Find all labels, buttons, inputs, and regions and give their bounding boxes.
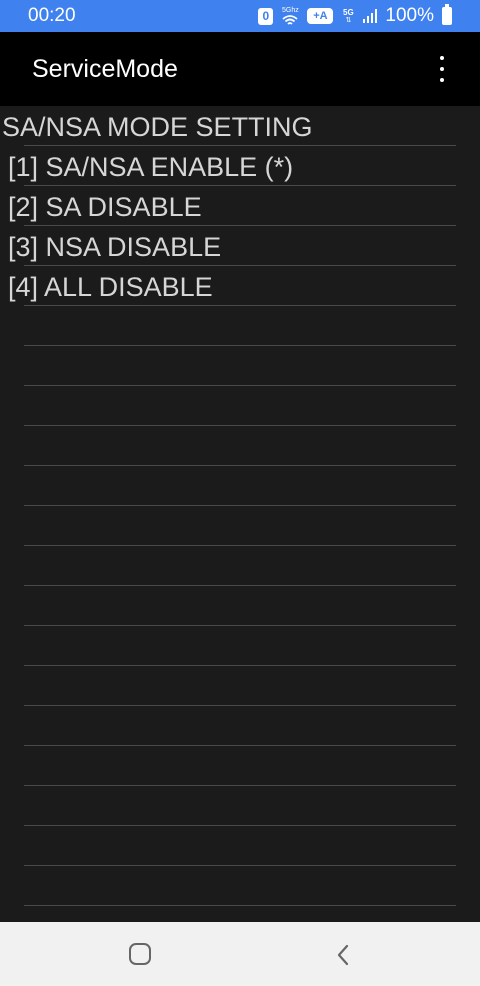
empty-row [0,746,480,786]
home-icon[interactable] [129,943,151,965]
app-bar: ServiceMode [0,32,480,106]
wifi-band-label: 5Ghz [282,6,299,14]
empty-row [0,586,480,626]
list-header: SA/NSA MODE SETTING [0,106,480,146]
empty-row [0,426,480,466]
empty-row [0,346,480,386]
5g-icon: 5G ⇅ [343,8,354,24]
empty-row [0,386,480,426]
status-bar: 00:20 0 5Ghz +A 5G ⇅ 100% [0,0,480,32]
wifi-icon: 5Ghz [281,7,299,26]
empty-row [0,506,480,546]
list-item-label: [4] ALL DISABLE [8,272,213,302]
service-mode-list: SA/NSA MODE SETTING [1] SA/NSA ENABLE (*… [0,106,480,922]
empty-row [0,866,480,906]
navigation-bar [0,922,480,986]
status-icons: 0 5Ghz +A 5G ⇅ 100% [258,3,452,29]
signal-icon [363,9,378,23]
row-divider [24,905,456,906]
battery-icon [442,4,452,25]
notification-zero-icon: 0 [258,7,274,25]
more-vert-icon[interactable] [434,56,450,82]
list-item-sa-disable[interactable]: [2] SA DISABLE [0,186,480,226]
battery-percent: 100% [385,5,434,26]
status-time: 00:20 [28,5,76,26]
network-type-label: 5G [343,8,354,17]
empty-row [0,706,480,746]
list-item-nsa-disable[interactable]: [3] NSA DISABLE [0,226,480,266]
empty-row [0,306,480,346]
empty-row [0,546,480,586]
list-item-all-disable[interactable]: [4] ALL DISABLE [0,266,480,306]
section-title: SA/NSA MODE SETTING [2,112,313,142]
app-title: ServiceMode [32,55,178,83]
empty-row [0,786,480,826]
list-item-label: [3] NSA DISABLE [8,232,222,262]
empty-row [0,466,480,506]
list-item-label: [2] SA DISABLE [8,192,202,222]
empty-row [0,626,480,666]
back-icon[interactable] [330,940,356,970]
empty-row [0,826,480,866]
plus-a-icon: +A [307,8,334,24]
empty-row [0,666,480,706]
list-item-sa-nsa-enable[interactable]: [1] SA/NSA ENABLE (*) [0,146,480,186]
list-item-label: [1] SA/NSA ENABLE (*) [8,152,294,182]
